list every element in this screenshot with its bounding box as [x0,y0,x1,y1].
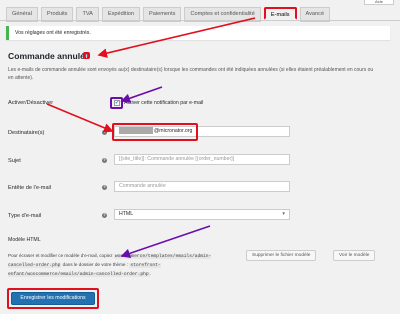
email-type-label: Type d'e-mail [8,213,42,219]
arrow-to-recipient [46,103,114,133]
template-label: Modèle HTML [8,237,41,243]
email-type-value: HTML [119,211,134,217]
recipient-highlight [112,123,198,141]
subject-label: Sujet [8,158,21,164]
section-description: Les e-mails de commande annulée sont env… [8,67,374,81]
heading-help-icon[interactable]: ? [102,185,107,190]
enable-checkbox-label: Activer cette notification par e-mail [124,100,204,106]
view-template-button[interactable]: Voir le modèle [333,250,376,261]
heading-label: Entête de l'e-mail [8,185,52,191]
subject-help-icon[interactable]: ? [102,158,107,163]
tabs-divider [0,20,400,21]
email-type-help-icon[interactable]: ? [102,213,107,218]
enable-label: Activer/Désactiver [8,100,54,106]
help-tab[interactable]: Aide [364,0,394,5]
recipient-label: Destinataire(s) [8,130,45,136]
template-instructions: Pour écraser et modifier ce modèle d'e-m… [8,253,212,277]
tab-emails[interactable]: E-mails [263,7,297,20]
recipient-help-icon[interactable]: ? [102,130,107,135]
subject-field[interactable]: [{site_title}]: Commande annulée [{order… [114,154,290,165]
enable-checkbox[interactable]: ✔ [114,100,120,106]
page-title: Commande annulée [8,51,90,61]
help-badge-icon[interactable]: i [83,52,90,60]
success-notice: Vos réglages ont été enregistrés. [6,26,390,40]
settings-tabs: Général Produits TVA Expédition Paiement… [6,5,331,22]
heading-field[interactable]: Commande annulée [114,181,290,192]
delete-template-button[interactable]: Supprimer le fichier modèle [246,250,317,261]
save-button[interactable]: Enregistrer les modifications [11,292,95,305]
chevron-down-icon: ▾ [282,211,285,217]
arrow-to-enable-checkbox [120,86,163,103]
email-type-select[interactable]: HTML ▾ [114,209,290,220]
